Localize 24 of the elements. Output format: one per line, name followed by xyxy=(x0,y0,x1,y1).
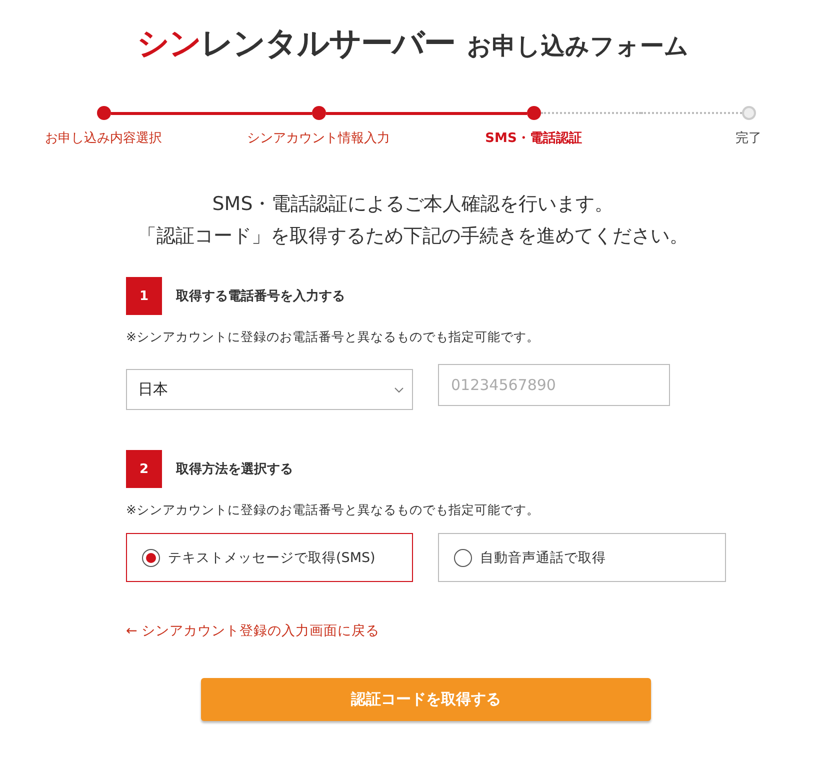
intro-text: 「認証コード」を取得するため下記の手続きを進めてください。 xyxy=(138,224,688,249)
option-label: 自動音声通話で取得 xyxy=(480,548,606,566)
option-label: テキストメッセージで取得(SMS) xyxy=(168,548,376,566)
back-link[interactable]: ← シンアカウント登録の入力画面に戻る xyxy=(126,622,380,640)
method-option[interactable]: 自動音声通話で取得 xyxy=(438,533,726,582)
step-number: 2 xyxy=(126,450,162,488)
step-label: SMS・電話認証 xyxy=(485,130,582,147)
country-select[interactable]: 日本 xyxy=(126,369,413,410)
page-title: お申し込みフォーム xyxy=(467,31,689,62)
chevron-down-icon xyxy=(394,386,404,392)
step-label: シンアカウント情報入力 xyxy=(247,130,390,147)
intro-text: SMS・電話認証によるご本人確認を行います。 xyxy=(212,192,614,217)
note-text: ※シンアカウントに登録のお電話番号と異なるものでも指定可能です。 xyxy=(126,502,540,519)
step-label: お申し込み内容選択 xyxy=(45,130,162,147)
method-option[interactable]: テキストメッセージで取得(SMS) xyxy=(126,533,413,582)
section-title: 取得する電話番号を入力する xyxy=(176,288,345,305)
step-label: 完了 xyxy=(736,130,762,147)
phone-input[interactable]: 01234567890 xyxy=(438,364,670,406)
logo: シンレンタルサーバー xyxy=(137,23,455,64)
step-number: 1 xyxy=(126,277,162,315)
radio-button[interactable] xyxy=(142,548,160,566)
note-text: ※シンアカウントに登録のお電話番号と異なるものでも指定可能です。 xyxy=(126,329,540,346)
section-title: 取得方法を選択する xyxy=(176,460,293,478)
radio-button[interactable] xyxy=(454,548,472,566)
